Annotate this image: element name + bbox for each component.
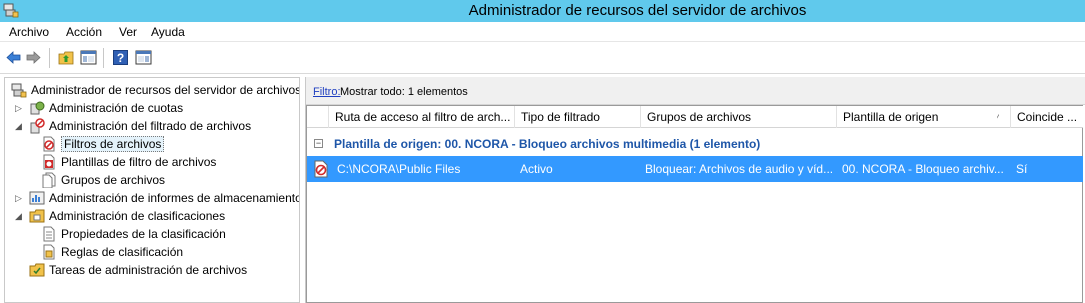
storage-report-icon (29, 191, 45, 205)
show-hide-console-tree-icon[interactable] (80, 49, 97, 66)
menu-ver[interactable]: Ver (119, 25, 137, 39)
tree-item-label: Reglas de clasificación (61, 245, 184, 259)
tasks-icon (29, 263, 45, 277)
tree-item-cuotas[interactable]: ▷ Administración de cuotas (13, 99, 299, 117)
tree-item-propiedades[interactable]: Propiedades de la clasificación (25, 225, 299, 243)
column-header-label: Ruta de acceso al filtro de arch... (335, 110, 511, 124)
column-header-path[interactable]: Ruta de acceso al filtro de arch... (329, 106, 515, 128)
menu-accion[interactable]: Acción (66, 25, 102, 39)
file-screening-icon (30, 118, 45, 134)
collapse-arrow-icon[interactable]: ◢ (15, 212, 22, 221)
tree-item-label: Administración del filtrado de archivos (49, 119, 252, 133)
column-header-template[interactable]: Plantilla de origen ∕ (837, 106, 1011, 128)
expand-arrow-icon[interactable]: ▷ (15, 104, 22, 113)
tree-item-informes[interactable]: ▷ Administración de informes de almacena… (13, 189, 299, 207)
column-header-label: Coincide ... (1017, 110, 1078, 124)
group-title: Plantilla de origen: 00. NCORA - Bloqueo… (334, 137, 761, 151)
toolbar-separator (49, 48, 50, 68)
classification-icon (29, 209, 45, 223)
tree-item-label: Propiedades de la clasificación (61, 227, 226, 241)
forward-arrow-icon[interactable] (25, 49, 42, 66)
tree-item-plantillas[interactable]: Plantillas de filtro de archivos (25, 153, 299, 171)
column-header-type[interactable]: Tipo de filtrado (515, 106, 641, 128)
tree-root-label: Administrador de recursos del servidor d… (31, 83, 300, 97)
column-header-label: Tipo de filtrado (521, 110, 600, 124)
tree-item-filtrado[interactable]: ◢ Administración del filtrado de archivo… (13, 117, 299, 135)
tree-item-label: Filtros de archivos (61, 136, 165, 152)
column-header-label: Grupos de archivos (647, 110, 752, 124)
cell-match: Sí (1016, 162, 1028, 176)
help-icon[interactable]: ? (112, 49, 129, 66)
console-tree: Administrador de recursos del servidor d… (4, 77, 300, 303)
file-screens-list[interactable]: Ruta de acceso al filtro de arch... Tipo… (306, 105, 1083, 303)
table-row[interactable]: C:\NCORA\Public Files Activo Bloquear: A… (307, 156, 1083, 182)
up-folder-icon[interactable] (58, 49, 75, 66)
quota-icon (30, 101, 45, 115)
tree-item-clasificaciones[interactable]: ◢ Administración de clasificaciones (13, 207, 299, 225)
menu-ayuda[interactable]: Ayuda (151, 25, 185, 39)
filter-link[interactable]: Filtro: (313, 86, 341, 98)
filter-status-text: Mostrar todo: 1 elementos (340, 86, 468, 98)
results-pane: Filtro: Mostrar todo: 1 elementos Ruta d… (305, 77, 1085, 303)
cell-template: 00. NCORA - Bloqueo archiv... (842, 162, 1004, 176)
toolbar-separator (103, 48, 104, 68)
show-hide-action-pane-icon[interactable] (135, 49, 152, 66)
filter-bar: Filtro: Mostrar todo: 1 elementos (306, 77, 1085, 105)
sort-ascending-icon: ∕ (997, 110, 1000, 124)
file-screen-icon (314, 160, 328, 178)
tree-item-label: Administración de informes de almacenami… (49, 191, 300, 205)
collapse-arrow-icon[interactable]: ◢ (15, 122, 22, 131)
menu-archivo[interactable]: Archivo (9, 25, 49, 39)
tree-item-tareas[interactable]: Tareas de administración de archivos (13, 261, 299, 279)
tree-item-label: Administración de cuotas (49, 101, 184, 115)
tree-item-label: Grupos de archivos (61, 173, 166, 187)
column-header-icon[interactable] (307, 106, 329, 128)
tree-item-reglas[interactable]: Reglas de clasificación (25, 243, 299, 261)
window-title: Administrador de recursos del servidor d… (468, 2, 807, 19)
column-header-label: Plantilla de origen (843, 110, 939, 124)
cell-groups: Bloquear: Archivos de audio y víd... (645, 162, 833, 176)
file-screen-icon (43, 136, 55, 152)
column-header-match[interactable]: Coincide ... (1011, 106, 1083, 128)
server-icon (11, 83, 27, 98)
cell-path: C:\NCORA\Public Files (337, 162, 461, 176)
back-arrow-icon[interactable] (5, 49, 22, 66)
svg-text:?: ? (117, 51, 124, 65)
tree-item-label: Administración de clasificaciones (49, 209, 226, 223)
title-bar: Administrador de recursos del servidor d… (0, 0, 1085, 22)
rules-icon (43, 244, 55, 260)
tree-item-grupos[interactable]: Grupos de archivos (25, 171, 299, 189)
cell-type: Activo (520, 162, 553, 176)
tree-item-filtros-de-archivos[interactable]: Filtros de archivos (25, 135, 299, 153)
menu-bar: Archivo Acción Ver Ayuda (0, 22, 1085, 42)
tree-item-label: Tareas de administración de archivos (49, 263, 248, 277)
group-header[interactable]: − Plantilla de origen: 00. NCORA - Bloqu… (307, 135, 1083, 153)
collapse-group-icon[interactable]: − (314, 139, 323, 148)
list-header: Ruta de acceso al filtro de arch... Tipo… (307, 106, 1083, 128)
file-group-icon (42, 172, 56, 188)
toolbar: ? (0, 42, 1085, 74)
tree-item-label: Plantillas de filtro de archivos (61, 155, 217, 169)
column-header-groups[interactable]: Grupos de archivos (641, 106, 837, 128)
expand-arrow-icon[interactable]: ▷ (15, 194, 22, 203)
tree-root-node[interactable]: Administrador de recursos del servidor d… (9, 81, 299, 99)
screen-template-icon (43, 154, 55, 170)
properties-icon (43, 226, 55, 242)
